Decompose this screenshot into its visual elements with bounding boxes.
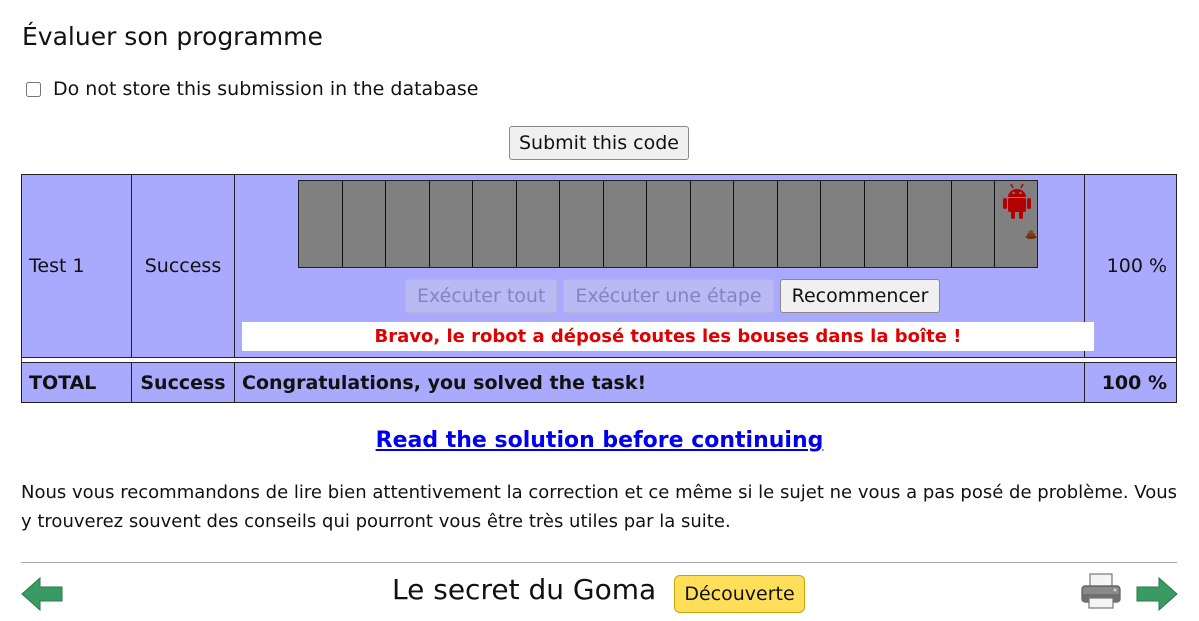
grid-cell [690, 181, 734, 267]
total-row: TOTAL Success Congratulations, you solve… [21, 362, 1177, 403]
results-table: Test 1 Success Exécuter tout Exécuter un… [21, 174, 1177, 403]
read-solution-link[interactable]: Read the solution before continuing [0, 428, 1199, 453]
store-checkbox[interactable] [26, 81, 41, 97]
grid-cell [777, 181, 821, 267]
grid-cell [342, 181, 386, 267]
grid-cell [864, 181, 908, 267]
test-result-message: Bravo, le robot a déposé toutes les bous… [242, 322, 1094, 351]
level-badge: Découverte [674, 575, 805, 613]
grid-cell [299, 181, 343, 267]
run-all-button[interactable]: Exécuter tout [405, 279, 558, 313]
dung-icon [1025, 230, 1037, 239]
grid-cell [734, 181, 778, 267]
grid-cell [516, 181, 560, 267]
player-controls: Exécuter tout Exécuter une étape Recomme… [405, 279, 941, 313]
arrow-right-icon[interactable] [1136, 576, 1178, 612]
grid-cell [603, 181, 647, 267]
arrow-left-icon[interactable] [21, 576, 63, 612]
test-name: Test 1 [21, 174, 132, 358]
grid-cell [908, 181, 952, 267]
section-title: Évaluer son programme [22, 22, 323, 51]
total-score: 100 % [1084, 362, 1177, 403]
test-row: Test 1 Success Exécuter tout Exécuter un… [21, 174, 1177, 358]
test-visualization: Exécuter tout Exécuter une étape Recomme… [234, 174, 1094, 358]
run-step-button[interactable]: Exécuter une étape [563, 279, 774, 313]
grid-cell [951, 181, 995, 267]
restart-button[interactable]: Recommencer [779, 279, 941, 313]
store-checkbox-label: Do not store this submission in the data… [53, 78, 479, 100]
total-label: TOTAL [21, 362, 132, 403]
store-option[interactable]: Do not store this submission in the data… [26, 78, 479, 100]
grid-cell [560, 181, 604, 267]
advice-text: Nous vous recommandons de lire bien atte… [21, 482, 1177, 532]
printer-icon[interactable] [1080, 572, 1122, 610]
submit-code-button[interactable]: Submit this code [509, 126, 689, 160]
test-status: Success [131, 174, 235, 358]
grid-cell [386, 181, 430, 267]
grid-cell [473, 181, 517, 267]
grid-cell-robot [995, 181, 1037, 267]
test-score: 100 % [1084, 174, 1177, 358]
task-title: Le secret du Goma [392, 573, 657, 606]
total-message: Congratulations, you solved the task! [234, 362, 1085, 403]
robot-grid [298, 180, 1038, 268]
grid-cell [821, 181, 865, 267]
total-status: Success [131, 362, 235, 403]
grid-cell [429, 181, 473, 267]
footer-divider [21, 562, 1177, 563]
android-robot-icon [1003, 183, 1031, 219]
grid-cell [647, 181, 691, 267]
